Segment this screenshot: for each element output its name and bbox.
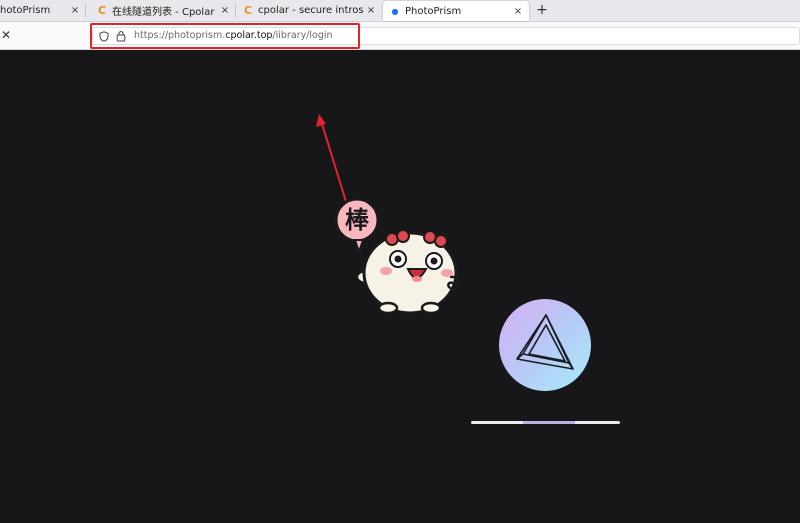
tab-title: hotoPrism [0, 5, 51, 16]
close-icon[interactable]: × [68, 5, 82, 16]
stop-loading-button[interactable]: ✕ [0, 27, 12, 43]
loading-progress-bar [471, 421, 620, 424]
tab-title: 在线隧道列表 - Cpolar [112, 7, 215, 18]
photoprism-favicon-icon: ● [391, 6, 399, 16]
tab-cpolar-introspect[interactable]: C cpolar - secure introspecta × [236, 0, 382, 21]
cartoon-sticker: 棒 [334, 197, 460, 315]
cpolar-favicon-icon: C [97, 4, 107, 17]
tab-title: PhotoPrism [405, 5, 462, 17]
close-icon[interactable]: × [511, 6, 525, 17]
progress-fill [523, 421, 576, 424]
tab-strip: hotoPrism × C 在线隧道列表 - Cpolar × C cpolar… [0, 0, 800, 22]
tab-cpolar-tunnels[interactable]: C 在线隧道列表 - Cpolar × [90, 0, 236, 21]
url-highlight-box [90, 23, 360, 49]
photoprism-logo [499, 299, 591, 391]
cpolar-favicon-icon: C [243, 4, 253, 17]
new-tab-button[interactable]: + [532, 0, 552, 21]
sticker-text: 棒 [345, 206, 370, 234]
tab-photoprism-1[interactable]: hotoPrism × [0, 0, 86, 21]
close-icon[interactable]: × [364, 5, 378, 16]
prism-icon [516, 314, 574, 370]
tab-title: cpolar - secure introspecta [258, 5, 364, 16]
close-icon[interactable]: × [218, 5, 232, 16]
tab-photoprism-active[interactable]: ● PhotoPrism × [383, 1, 529, 21]
